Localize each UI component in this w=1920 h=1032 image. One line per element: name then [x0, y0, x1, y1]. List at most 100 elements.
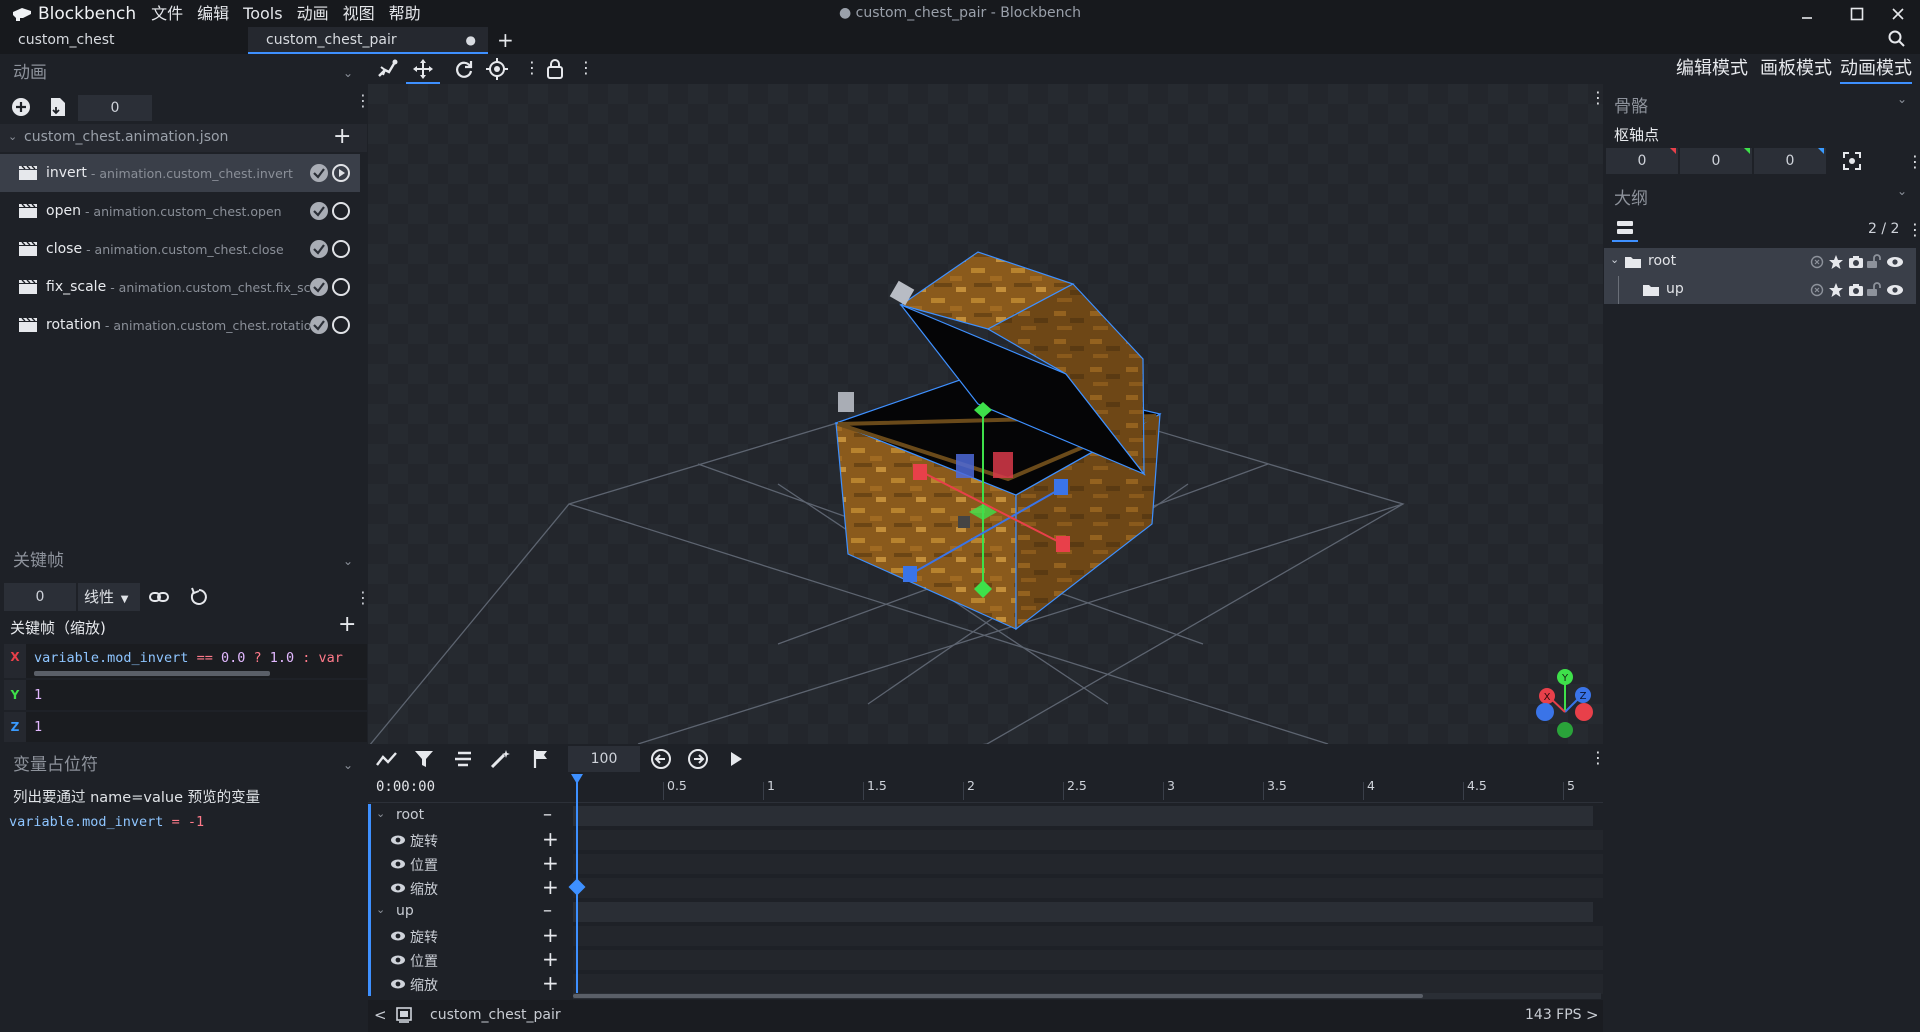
unlock-icon[interactable] — [1866, 253, 1882, 269]
group-track[interactable] — [573, 806, 1593, 826]
menu-file[interactable]: 文件 — [144, 0, 190, 27]
eye-icon[interactable] — [390, 978, 406, 990]
next-keyframe-button[interactable] — [687, 748, 709, 774]
marker-button[interactable] — [532, 749, 550, 773]
outline-view-button[interactable] — [1612, 218, 1638, 242]
star-icon[interactable] — [1828, 282, 1844, 298]
animation-item-rotation[interactable]: rotation - animation.custom_chest.rotatio… — [0, 306, 360, 344]
chevron-down-icon[interactable]: ⌄ — [343, 544, 353, 578]
horizontal-scrollbar[interactable] — [34, 671, 270, 676]
chevron-down-icon[interactable]: ⌄ — [376, 903, 385, 916]
rotate-tool-button[interactable] — [453, 58, 475, 84]
chevron-down-icon[interactable]: ⌄ — [1610, 253, 1619, 266]
collapse-icon[interactable]: – — [543, 900, 552, 921]
more-options-icon[interactable]: ⋮ — [1907, 152, 1920, 171]
outline-item-root[interactable]: ⌄ root — [1604, 248, 1916, 276]
new-tab-button[interactable]: + — [497, 27, 514, 54]
lock-button[interactable] — [546, 58, 564, 84]
tab-animate-mode[interactable]: 动画模式 — [1840, 54, 1912, 84]
timeline-channel-row[interactable]: 位置 + — [368, 851, 1603, 876]
status-left-arrow-icon[interactable]: < — [374, 1006, 387, 1024]
timeline-ruler[interactable]: 0.5 1 1.5 2 2.5 3 3.5 4 4.5 5 — [573, 774, 1603, 802]
add-animation-button[interactable] — [10, 96, 32, 122]
menu-edit[interactable]: 编辑 — [190, 0, 236, 27]
add-keyframe-icon[interactable]: + — [542, 947, 559, 971]
timeline-group-up[interactable]: ⌄ up – — [368, 900, 1603, 924]
magic-wand-button[interactable] — [490, 749, 512, 773]
eye-icon[interactable] — [390, 858, 406, 870]
status-right-arrow-icon[interactable]: > — [1586, 1006, 1599, 1024]
radio-circle-icon[interactable] — [332, 316, 350, 334]
add-keyframe-icon[interactable]: + — [542, 971, 559, 995]
center-pivot-button[interactable] — [1842, 151, 1862, 175]
radio-circle-icon[interactable] — [332, 278, 350, 296]
placeholder-panel-header[interactable]: 变量占位符 ⌄ — [0, 748, 367, 782]
cancel-circle-icon[interactable] — [1810, 283, 1824, 297]
chevron-down-icon[interactable]: ⌄ — [376, 807, 385, 820]
tab-custom-chest[interactable]: custom_chest — [0, 27, 248, 54]
more-options-icon[interactable]: ⋮ — [1590, 88, 1603, 107]
add-keyframe-icon[interactable]: + — [542, 875, 559, 899]
eye-icon[interactable] — [1886, 255, 1904, 269]
timeline-channel-row[interactable]: 旋转 + — [368, 923, 1603, 948]
previous-keyframe-button[interactable] — [650, 748, 672, 774]
collapse-icon[interactable]: – — [543, 804, 552, 825]
animation-item-invert[interactable]: invert - animation.custom_chest.invert — [0, 154, 360, 192]
filter-button[interactable] — [414, 749, 434, 773]
interpolation-select[interactable]: 线性 ▼ — [78, 583, 140, 611]
eye-icon[interactable] — [390, 882, 406, 894]
reset-button[interactable] — [188, 586, 210, 612]
channel-track[interactable] — [573, 926, 1603, 946]
check-circle-icon[interactable] — [310, 278, 328, 296]
add-keyframe-icon[interactable]: + — [338, 612, 356, 637]
radio-circle-icon[interactable] — [332, 240, 350, 258]
camera-icon[interactable] — [1848, 283, 1864, 297]
maximize-button[interactable] — [1834, 0, 1879, 27]
channel-track[interactable] — [573, 878, 1603, 898]
keyframe-panel-header[interactable]: 关键帧 ⌄ — [0, 544, 367, 578]
chevron-down-icon[interactable]: ⌄ — [343, 56, 353, 90]
outline-item-up[interactable]: up — [1604, 276, 1916, 304]
play-circle-icon[interactable] — [332, 164, 350, 182]
x-expression[interactable]: variable.mod_invert == 0.0 ? 1.0 : var — [34, 650, 364, 666]
chevron-down-icon[interactable]: ⌄ — [8, 130, 17, 143]
group-track[interactable] — [573, 902, 1593, 922]
eye-icon[interactable] — [390, 954, 406, 966]
radio-circle-icon[interactable] — [332, 202, 350, 220]
pivot-z-input[interactable]: 0 — [1754, 148, 1826, 174]
chevron-down-icon[interactable]: ⌄ — [343, 748, 353, 782]
3d-viewport[interactable]: Y Z X ⋮ — [368, 84, 1603, 744]
menu-view[interactable]: 视图 — [336, 0, 382, 27]
more-options-icon[interactable]: ⋮ — [524, 58, 540, 77]
check-circle-icon[interactable] — [310, 316, 328, 334]
timeline-scrollbar[interactable] — [573, 994, 1423, 998]
cancel-circle-icon[interactable] — [1810, 255, 1824, 269]
more-options-icon[interactable]: ⋮ — [578, 58, 594, 77]
align-button[interactable] — [454, 750, 472, 772]
play-button[interactable] — [728, 750, 744, 772]
animation-item-open[interactable]: open - animation.custom_chest.open — [0, 192, 360, 230]
move-tool-button[interactable] — [406, 54, 440, 84]
timeline-channel-row[interactable]: 缩放 + — [368, 875, 1603, 900]
tab-custom-chest-pair[interactable]: custom_chest_pair ● — [248, 27, 488, 54]
close-window-button[interactable] — [1875, 0, 1920, 27]
tab-edit-mode[interactable]: 编辑模式 — [1676, 54, 1748, 84]
import-animation-button[interactable] — [48, 96, 68, 122]
unsaved-dot-icon[interactable]: ● — [466, 27, 476, 54]
x-value-row[interactable]: X variable.mod_invert == 0.0 ? 1.0 : var — [4, 644, 367, 678]
pivot-x-input[interactable]: 0 — [1606, 148, 1678, 174]
star-icon[interactable] — [1828, 254, 1844, 270]
viewport-canvas[interactable]: Y Z X — [368, 84, 1603, 744]
menu-tools[interactable]: Tools — [236, 0, 289, 27]
more-options-icon[interactable]: ⋮ — [1907, 220, 1920, 239]
add-keyframe-icon[interactable]: + — [542, 923, 559, 947]
channel-track[interactable] — [573, 974, 1603, 994]
minimize-button[interactable] — [1784, 0, 1829, 27]
link-button[interactable] — [148, 586, 172, 612]
y-value[interactable]: 1 — [34, 687, 42, 703]
placeholder-editor[interactable]: variable.mod_invert = -1 — [9, 814, 204, 830]
eye-icon[interactable] — [390, 834, 406, 846]
animation-item-fix-scale[interactable]: fix_scale - animation.custom_chest.fix_sc… — [0, 268, 360, 306]
check-circle-icon[interactable] — [310, 202, 328, 220]
add-icon[interactable]: + — [333, 124, 351, 149]
